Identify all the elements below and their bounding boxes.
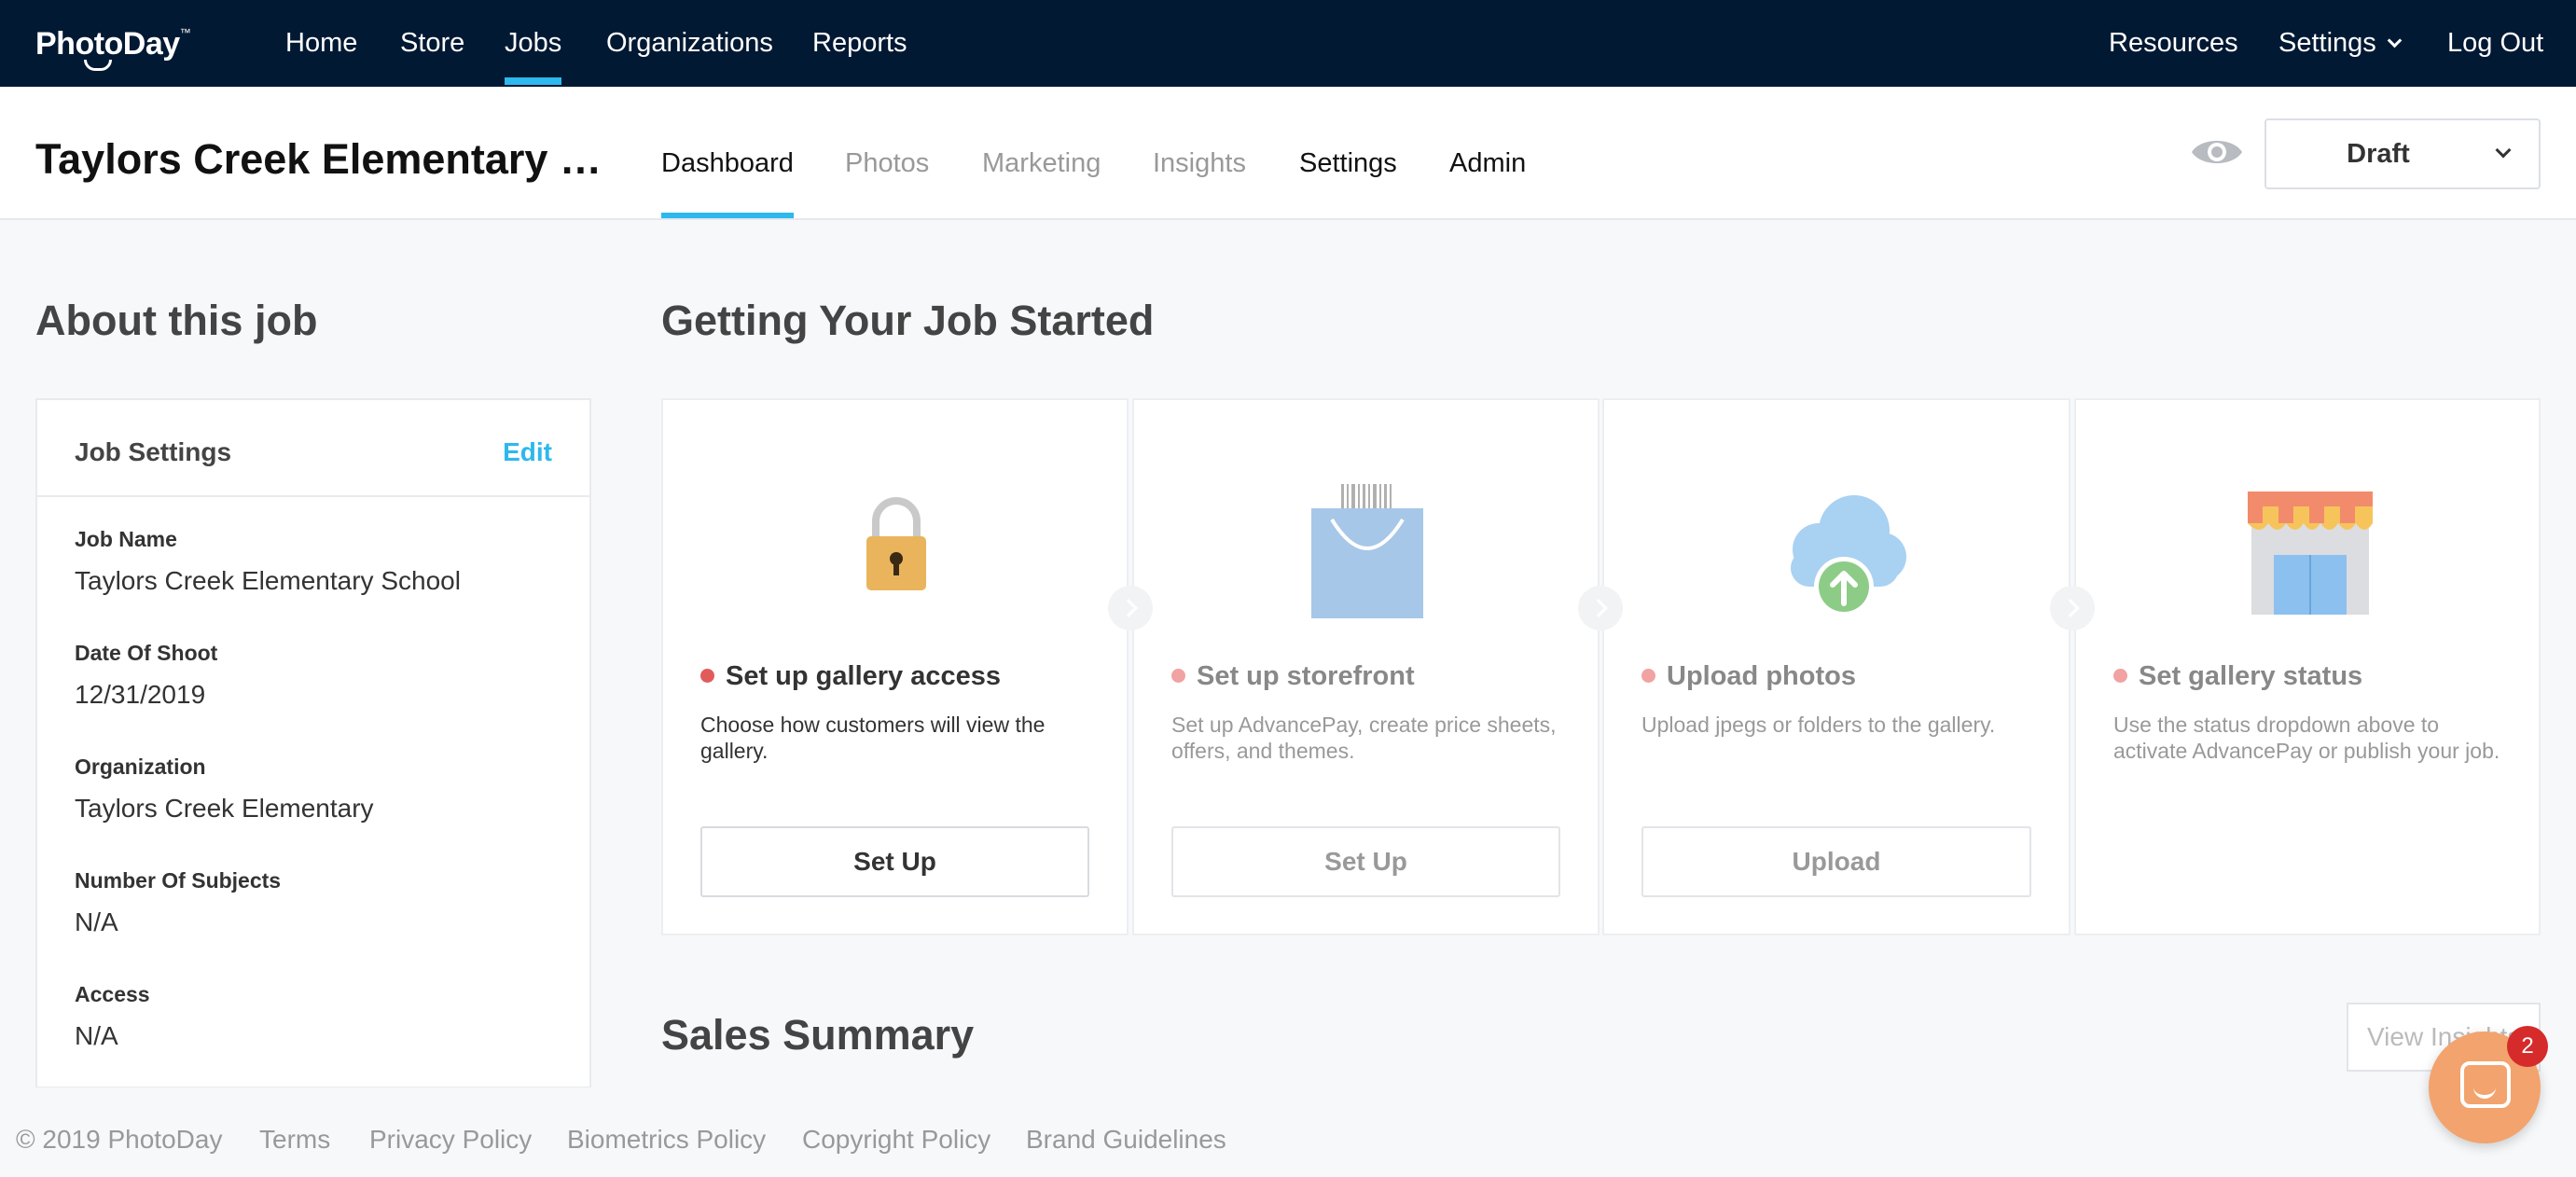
photoday-logo[interactable]: PhotoDay™ [35,26,191,71]
footer-link-privacy-policy[interactable]: Privacy Policy [369,1125,532,1155]
footer-link-biometrics-policy[interactable]: Biometrics Policy [567,1125,766,1155]
step-description: Choose how customers will view the galle… [700,713,1046,763]
top-navbar: PhotoDay™ Home Store Jobs Organizations … [0,0,2576,87]
status-dropdown-value: Draft [2347,139,2410,169]
step-description: Use the status dropdown above to activat… [2113,713,2500,763]
eye-preview-icon[interactable] [2190,135,2244,169]
job-header: Taylors Creek Elementary … Dashboard Pho… [0,87,2576,220]
chevron-right-icon [1108,586,1153,630]
step-description: Set up AdvancePay, create price sheets, … [1171,713,1557,763]
nav-reports[interactable]: Reports [812,28,907,59]
tab-insights[interactable]: Insights [1153,148,1246,179]
nav-resources[interactable]: Resources [2109,28,2238,59]
field-value-date-of-shoot: 12/31/2019 [75,680,206,709]
field-label-number-of-subjects: Number Of Subjects [75,868,282,893]
job-settings-header: Job Settings Edit [37,400,589,497]
nav-settings-dropdown[interactable]: Settings [2278,28,2403,59]
edit-job-settings-link[interactable]: Edit [503,437,552,467]
step-card-gallery-status: Set gallery status Use the status dropdo… [2074,398,2541,935]
logo-smile-mark [84,60,112,71]
chevron-right-icon [1578,586,1623,630]
chevron-right-icon [2050,586,2095,630]
nav-home[interactable]: Home [285,28,357,59]
shopping-bag-icon [1311,484,1423,618]
chevron-down-icon [2495,142,2512,159]
footer-link-brand-guidelines[interactable]: Brand Guidelines [1026,1125,1226,1155]
nav-organizations[interactable]: Organizations [606,28,773,59]
tab-admin[interactable]: Admin [1449,148,1526,179]
status-dot-icon [1641,669,1655,683]
job-title: Taylors Creek Elementary … [35,135,602,183]
step-title-text: Set up gallery access [726,661,1001,691]
step-title-text: Set gallery status [2139,661,2363,691]
nav-jobs[interactable]: Jobs [505,28,562,85]
logo-trademark: ™ [179,26,191,39]
step-card-upload-photos: Upload photos Upload jpegs or folders to… [1602,398,2070,935]
field-label-job-name: Job Name [75,527,177,551]
status-dot-icon [700,669,714,683]
setup-storefront-button[interactable]: Set Up [1171,826,1560,897]
field-value-access: N/A [75,1021,118,1050]
getting-started-heading: Getting Your Job Started [661,297,1155,344]
step-description: Upload jpegs or folders to the gallery. [1641,713,1996,737]
status-dot-icon [2113,669,2127,683]
upload-photos-button[interactable]: Upload [1641,826,2031,897]
status-dot-icon [1171,669,1185,683]
chat-icon [2460,1061,2511,1108]
chat-unread-badge: 2 [2507,1026,2548,1067]
sales-summary-heading: Sales Summary [661,1011,975,1059]
step-card-storefront: Set up storefront Set up AdvancePay, cre… [1132,398,1600,935]
nav-settings-label: Settings [2278,28,2376,58]
field-value-job-name: Taylors Creek Elementary School [75,566,461,595]
tab-dashboard[interactable]: Dashboard [661,148,794,218]
footer-link-copyright-policy[interactable]: Copyright Policy [802,1125,990,1155]
field-label-access: Access [75,982,150,1006]
footer: © 2019 PhotoDay Terms Privacy Policy Bio… [0,1087,2576,1177]
footer-link-terms[interactable]: Terms [259,1125,330,1155]
step-title-upload-photos: Upload photos [1641,661,1856,692]
field-label-date-of-shoot: Date Of Shoot [75,641,218,665]
step-title-storefront: Set up storefront [1171,661,1415,692]
step-title-text: Set up storefront [1197,661,1415,691]
field-value-organization: Taylors Creek Elementary [75,794,374,823]
tab-settings[interactable]: Settings [1299,148,1397,179]
field-label-organization: Organization [75,755,206,779]
padlock-icon [866,497,926,590]
nav-logout[interactable]: Log Out [2447,28,2543,59]
tab-photos[interactable]: Photos [845,148,929,179]
storefront-icon [2248,492,2373,615]
footer-copyright: © 2019 PhotoDay [16,1125,223,1154]
nav-store[interactable]: Store [400,28,464,59]
chevron-down-icon [2387,33,2403,48]
field-value-number-of-subjects: N/A [75,907,118,936]
logo-text: PhotoDay [35,26,180,62]
step-card-gallery-access: Set up gallery access Choose how custome… [661,398,1129,935]
status-dropdown[interactable]: Draft [2264,118,2541,189]
step-title-text: Upload photos [1667,661,1856,691]
job-settings-card: Job Settings Edit Job Name Taylors Creek… [35,398,591,1088]
about-heading: About this job [35,297,318,344]
setup-gallery-access-button[interactable]: Set Up [700,826,1089,897]
tab-marketing[interactable]: Marketing [982,148,1101,179]
job-settings-title: Job Settings [75,437,232,466]
cloud-upload-icon [1791,495,1906,616]
step-title-gallery-access: Set up gallery access [700,661,1001,692]
step-title-gallery-status: Set gallery status [2113,661,2362,692]
